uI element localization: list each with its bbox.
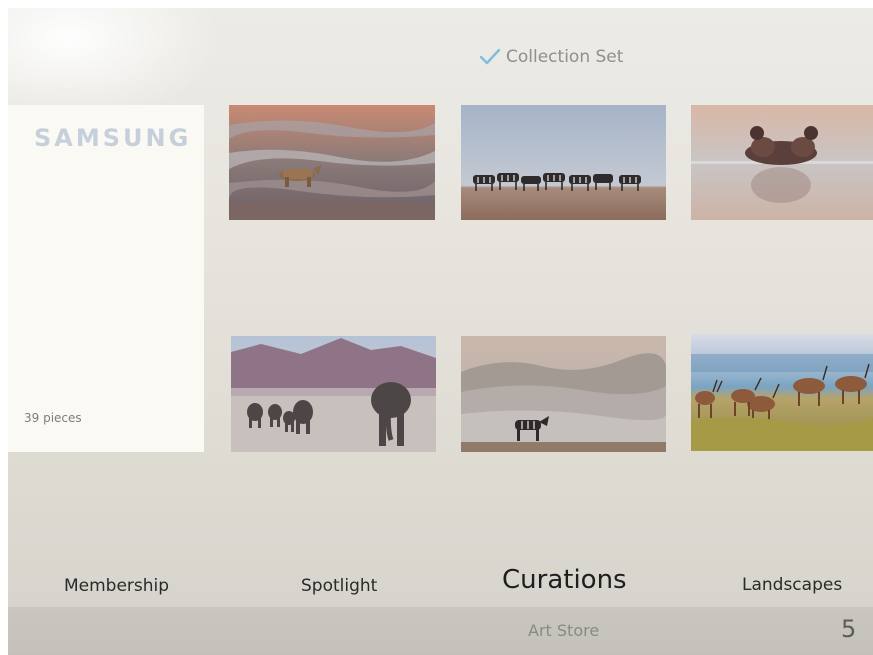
- artwork-tile-antelopes[interactable]: [691, 334, 873, 451]
- collection-status: Collection Set: [478, 44, 623, 70]
- artwork-tile-hippo[interactable]: [691, 105, 873, 220]
- antelopes-artwork-image: [691, 334, 873, 451]
- page-number: 5: [841, 615, 857, 643]
- art-store-screen: Collection Set SAMSUNG 39 pieces Members…: [8, 8, 873, 655]
- zebra-misty-artwork-image: [461, 336, 666, 452]
- artwork-tile-elephants[interactable]: [231, 336, 436, 452]
- artwork-tile-zebra-misty[interactable]: [461, 336, 666, 452]
- elephants-artwork-image: [231, 336, 436, 452]
- zebra-herd-artwork-image: [461, 105, 666, 220]
- check-icon: [479, 48, 501, 65]
- nav-item-curations[interactable]: Curations: [502, 565, 627, 595]
- samsung-logo: SAMSUNG: [34, 124, 192, 152]
- nav-item-membership[interactable]: Membership: [64, 576, 169, 596]
- nav-item-landscapes[interactable]: Landscapes: [742, 575, 842, 595]
- category-nav: Membership Spotlight Curations Landscape…: [8, 563, 873, 607]
- art-store-title: Art Store: [528, 621, 600, 640]
- hippo-artwork-image: [691, 105, 873, 220]
- collection-status-label: Collection Set: [506, 47, 624, 67]
- rhino-artwork-image: [229, 105, 435, 220]
- nav-item-spotlight[interactable]: Spotlight: [301, 576, 377, 596]
- collection-card[interactable]: SAMSUNG 39 pieces: [8, 105, 204, 452]
- artwork-tile-zebra-herd[interactable]: [461, 105, 666, 220]
- artwork-tile-rhino[interactable]: [229, 105, 435, 220]
- bottom-bar: Art Store 5: [8, 607, 873, 655]
- pieces-count: 39 pieces: [24, 411, 82, 425]
